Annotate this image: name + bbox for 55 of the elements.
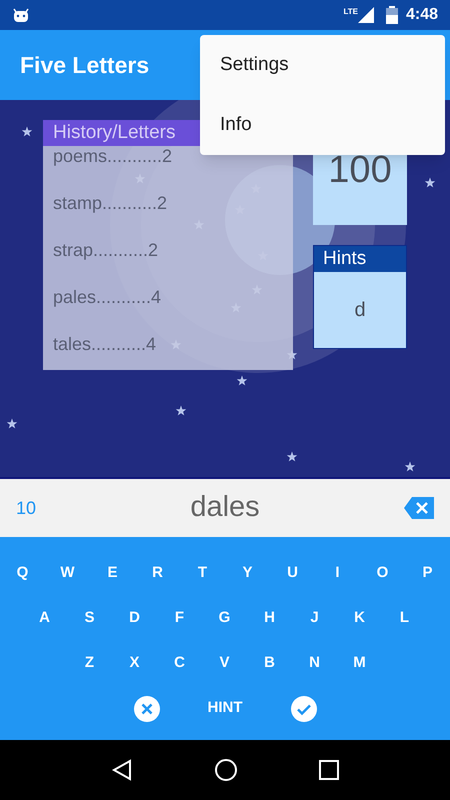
key[interactable]: P bbox=[405, 551, 450, 596]
key[interactable]: I bbox=[315, 551, 360, 596]
hint-button[interactable]: HINT bbox=[200, 694, 250, 724]
history-entry: stamp...........2 bbox=[53, 192, 168, 215]
key[interactable]: W bbox=[45, 551, 90, 596]
hint-letter: d bbox=[354, 298, 366, 323]
key[interactable]: H bbox=[247, 596, 292, 641]
backspace-icon bbox=[404, 496, 434, 520]
history-entry: tales...........4 bbox=[53, 333, 158, 356]
key[interactable]: C bbox=[157, 641, 202, 686]
key[interactable]: B bbox=[247, 641, 292, 686]
network-type: LTE bbox=[343, 6, 358, 18]
recents-button[interactable] bbox=[319, 760, 340, 780]
key[interactable]: Z bbox=[67, 641, 112, 686]
key[interactable]: K bbox=[337, 596, 382, 641]
key[interactable]: Q bbox=[0, 551, 45, 596]
history-entry: strap...........2 bbox=[53, 239, 160, 262]
history-entry: pales...........4 bbox=[53, 286, 162, 309]
key[interactable]: L bbox=[382, 596, 427, 641]
recents-icon bbox=[319, 760, 340, 780]
key[interactable]: T bbox=[180, 551, 225, 596]
signal-icon bbox=[358, 7, 374, 23]
back-icon bbox=[110, 759, 133, 781]
key[interactable]: O bbox=[360, 551, 405, 596]
close-icon bbox=[134, 696, 160, 722]
hints-title: Hints bbox=[314, 246, 406, 272]
key[interactable]: D bbox=[112, 596, 157, 641]
key[interactable]: X bbox=[112, 641, 157, 686]
battery-icon bbox=[386, 6, 398, 24]
key[interactable]: S bbox=[67, 596, 112, 641]
key[interactable]: N bbox=[292, 641, 337, 686]
key[interactable]: U bbox=[270, 551, 315, 596]
key[interactable]: V bbox=[202, 641, 247, 686]
key[interactable]: A bbox=[22, 596, 67, 641]
home-button[interactable] bbox=[214, 758, 238, 782]
backspace-button[interactable] bbox=[404, 496, 434, 520]
key[interactable]: J bbox=[292, 596, 337, 641]
clock: 4:48 bbox=[406, 5, 438, 25]
check-icon bbox=[290, 696, 316, 722]
history-entry: poems...........2 bbox=[53, 145, 174, 168]
menu-item[interactable]: Settings bbox=[200, 35, 445, 95]
key[interactable]: E bbox=[90, 551, 135, 596]
submit-button[interactable] bbox=[290, 696, 316, 722]
back-button[interactable] bbox=[110, 759, 133, 781]
clear-button[interactable] bbox=[134, 696, 160, 722]
key[interactable]: G bbox=[202, 596, 247, 641]
key[interactable]: R bbox=[135, 551, 180, 596]
key[interactable]: F bbox=[157, 596, 202, 641]
home-icon bbox=[214, 758, 238, 782]
android-icon bbox=[12, 7, 30, 23]
app-title: Five Letters bbox=[20, 50, 150, 80]
key[interactable]: Y bbox=[225, 551, 270, 596]
letter-count: 10 bbox=[16, 496, 38, 520]
word-field[interactable]: dales bbox=[76, 486, 404, 530]
key[interactable]: M bbox=[337, 641, 382, 686]
